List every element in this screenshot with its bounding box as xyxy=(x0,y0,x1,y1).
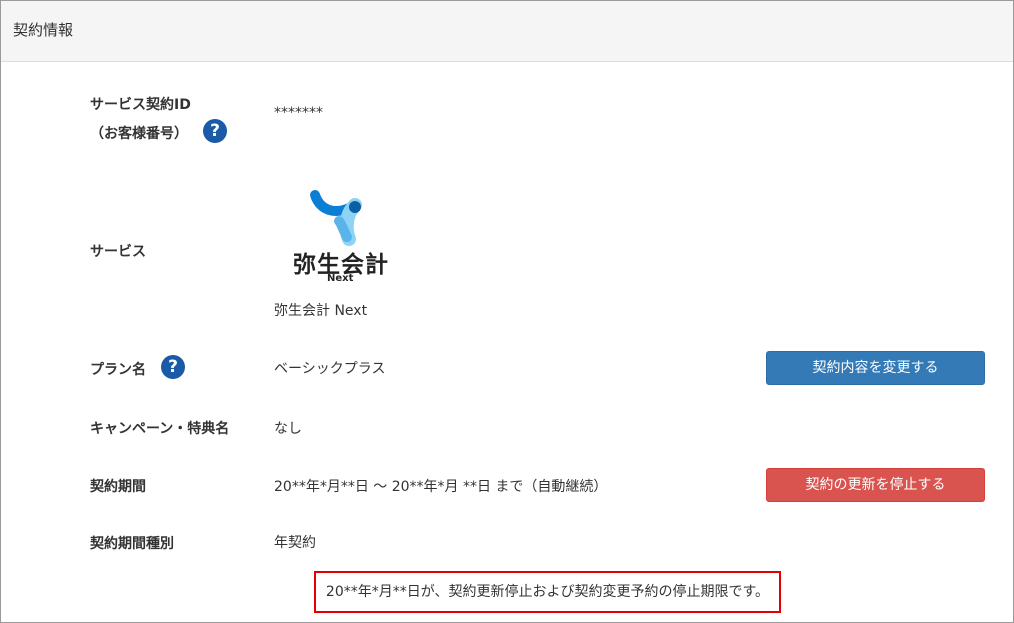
service-value: 弥生会計 Next xyxy=(274,303,368,319)
plan-value: ベーシックプラス xyxy=(274,361,386,377)
campaign-label: キャンペーン・特典名 xyxy=(90,421,230,437)
service-label: サービス xyxy=(90,244,146,260)
stop-renewal-button[interactable]: 契約の更新を停止する xyxy=(766,468,985,502)
contract-info-panel: 契約情報 サービス契約ID （お客様番号） ? ******* サービス 弥生会… xyxy=(0,0,1014,623)
panel-header: 契約情報 xyxy=(1,1,1013,62)
contract-period-type-value: 年契約 xyxy=(274,535,316,551)
customer-number-label: （お客様番号） xyxy=(90,126,188,142)
service-id-value: ******* xyxy=(274,105,323,121)
plan-help-icon[interactable]: ? xyxy=(161,355,185,379)
deadline-notice: 20**年*月**日が、契約更新停止および契約変更予約の停止期限です。 xyxy=(314,571,781,613)
service-id-help-icon[interactable]: ? xyxy=(203,119,227,143)
logo-sub-text: Next xyxy=(327,273,354,284)
panel-title: 契約情報 xyxy=(13,21,74,39)
contract-period-value: 20**年*月**日 〜 20**年*月 **日 まで（自動継続） xyxy=(274,479,608,495)
change-contract-button[interactable]: 契約内容を変更する xyxy=(766,351,985,385)
contract-period-label: 契約期間 xyxy=(90,479,146,495)
plan-label: プラン名 xyxy=(90,362,146,378)
contract-period-type-label: 契約期間種別 xyxy=(90,536,174,552)
campaign-value: なし xyxy=(274,421,302,437)
service-id-label: サービス契約ID xyxy=(90,97,191,113)
